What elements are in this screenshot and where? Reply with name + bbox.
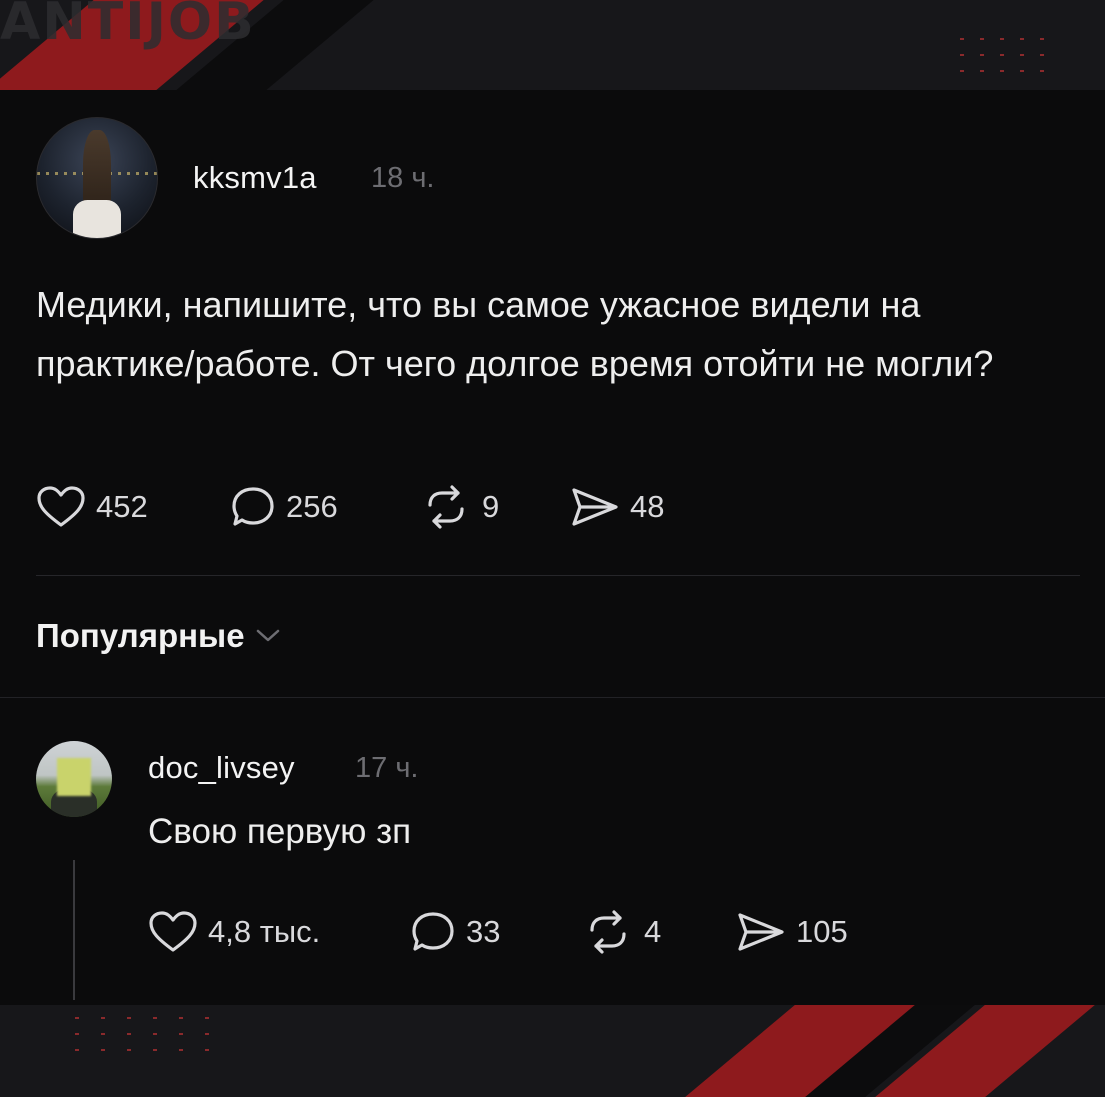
repost-button[interactable]: 4 xyxy=(582,910,736,954)
comment-username[interactable]: doc_livsey xyxy=(148,750,295,786)
dot-pattern xyxy=(75,1017,209,1051)
repost-button[interactable]: 9 xyxy=(420,485,570,529)
comment-bubble-icon xyxy=(412,912,454,951)
share-button[interactable]: 48 xyxy=(570,485,664,529)
like-count: 452 xyxy=(96,489,148,524)
bottom-frame xyxy=(0,1005,1105,1097)
post-author-avatar[interactable] xyxy=(36,117,158,239)
comment-count: 33 xyxy=(466,914,501,949)
repost-icon xyxy=(590,910,626,954)
comment-author-avatar[interactable] xyxy=(36,741,112,817)
top-frame: ANTIJOB xyxy=(0,0,1105,90)
threads-screenshot: kksmv1a 18 ч. Медики, напишите, что вы с… xyxy=(0,90,1105,1005)
comment-button[interactable]: 33 xyxy=(410,910,582,954)
comment-time: 17 ч. xyxy=(355,752,419,784)
heart-icon xyxy=(149,911,197,952)
post-username[interactable]: kksmv1a xyxy=(193,160,317,196)
post-time: 18 ч. xyxy=(371,162,435,194)
post-text: Медики, напишите, что вы самое ужасное в… xyxy=(36,284,994,384)
thread-line xyxy=(73,860,75,1000)
sort-dropdown[interactable]: Популярные xyxy=(36,617,281,655)
dot-pattern xyxy=(960,38,1044,72)
share-count: 48 xyxy=(630,489,665,524)
comment-bubble-icon xyxy=(232,487,274,526)
send-icon xyxy=(738,913,784,951)
share-count: 105 xyxy=(796,914,848,949)
repost-count: 9 xyxy=(482,489,500,524)
like-button[interactable]: 4,8 тыс. xyxy=(148,910,410,954)
comment-text: Свою первую зп xyxy=(148,812,412,851)
comment-actions: 4,8 тыс. 33 4 105 xyxy=(148,910,848,954)
share-button[interactable]: 105 xyxy=(736,910,848,954)
comment-button[interactable]: 256 xyxy=(230,485,420,529)
sort-label: Популярные xyxy=(36,617,245,654)
repost-icon xyxy=(428,485,464,529)
comment-count: 256 xyxy=(286,489,338,524)
post-actions: 452 256 9 48 xyxy=(36,485,664,529)
divider xyxy=(36,575,1080,576)
heart-icon xyxy=(37,486,85,527)
send-icon xyxy=(572,488,618,526)
chevron-down-icon xyxy=(256,629,279,642)
antijob-watermark: ANTIJOB xyxy=(0,0,256,52)
repost-count: 4 xyxy=(644,914,662,949)
like-button[interactable]: 452 xyxy=(36,485,230,529)
divider xyxy=(0,697,1105,698)
like-count: 4,8 тыс. xyxy=(208,914,321,949)
